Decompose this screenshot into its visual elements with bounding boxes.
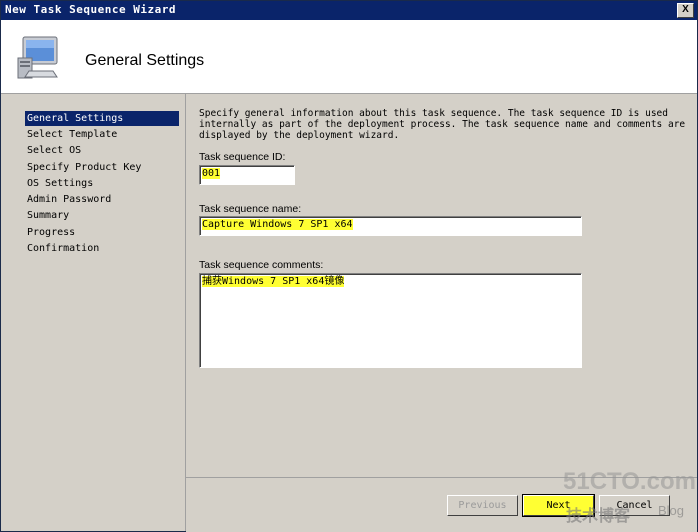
step-os-settings[interactable]: OS Settings bbox=[25, 176, 179, 191]
task-sequence-name-input[interactable]: Capture Windows 7 SP1 x64 bbox=[199, 216, 582, 236]
id-label: Task sequence ID: bbox=[199, 151, 286, 163]
window-title: New Task Sequence Wizard bbox=[5, 3, 176, 16]
watermark-site: 51CTO.com bbox=[563, 468, 696, 495]
name-label: Task sequence name: bbox=[199, 203, 302, 215]
name-value: Capture Windows 7 SP1 x64 bbox=[202, 219, 353, 230]
watermark-blog: Blog bbox=[658, 503, 685, 518]
computer-monitor-icon bbox=[17, 36, 58, 79]
wizard-window: New Task Sequence Wizard X General Setti… bbox=[0, 0, 698, 532]
step-specify-product-key[interactable]: Specify Product Key bbox=[25, 160, 179, 175]
step-summary[interactable]: Summary bbox=[25, 208, 179, 223]
title-bar: New Task Sequence Wizard X bbox=[1, 1, 697, 20]
step-select-template[interactable]: Select Template bbox=[25, 127, 179, 142]
page-title: General Settings bbox=[85, 52, 205, 69]
description-text: Specify general information about this t… bbox=[199, 108, 686, 141]
watermark-sub: 技术博客 bbox=[566, 508, 631, 525]
close-button[interactable]: X bbox=[677, 3, 694, 18]
step-general-settings[interactable]: General Settings bbox=[25, 111, 179, 126]
comments-label: Task sequence comments: bbox=[199, 259, 324, 271]
previous-button[interactable]: Previous bbox=[447, 495, 518, 516]
content-panel: Specify general information about this t… bbox=[186, 94, 697, 477]
step-confirmation[interactable]: Confirmation bbox=[25, 241, 179, 256]
step-admin-password[interactable]: Admin Password bbox=[25, 192, 179, 207]
step-select-os[interactable]: Select OS bbox=[25, 143, 179, 158]
comments-value: 捕获Windows 7 SP1 x64镜像 bbox=[202, 276, 345, 287]
wizard-header: General Settings bbox=[1, 20, 697, 94]
task-sequence-id-input[interactable]: 001 bbox=[199, 165, 295, 185]
steps-list: General Settings Select Template Select … bbox=[1, 94, 186, 531]
task-sequence-comments-textarea[interactable]: 捕获Windows 7 SP1 x64镜像 bbox=[199, 273, 582, 368]
id-value: 001 bbox=[202, 168, 221, 179]
step-progress[interactable]: Progress bbox=[25, 225, 179, 240]
